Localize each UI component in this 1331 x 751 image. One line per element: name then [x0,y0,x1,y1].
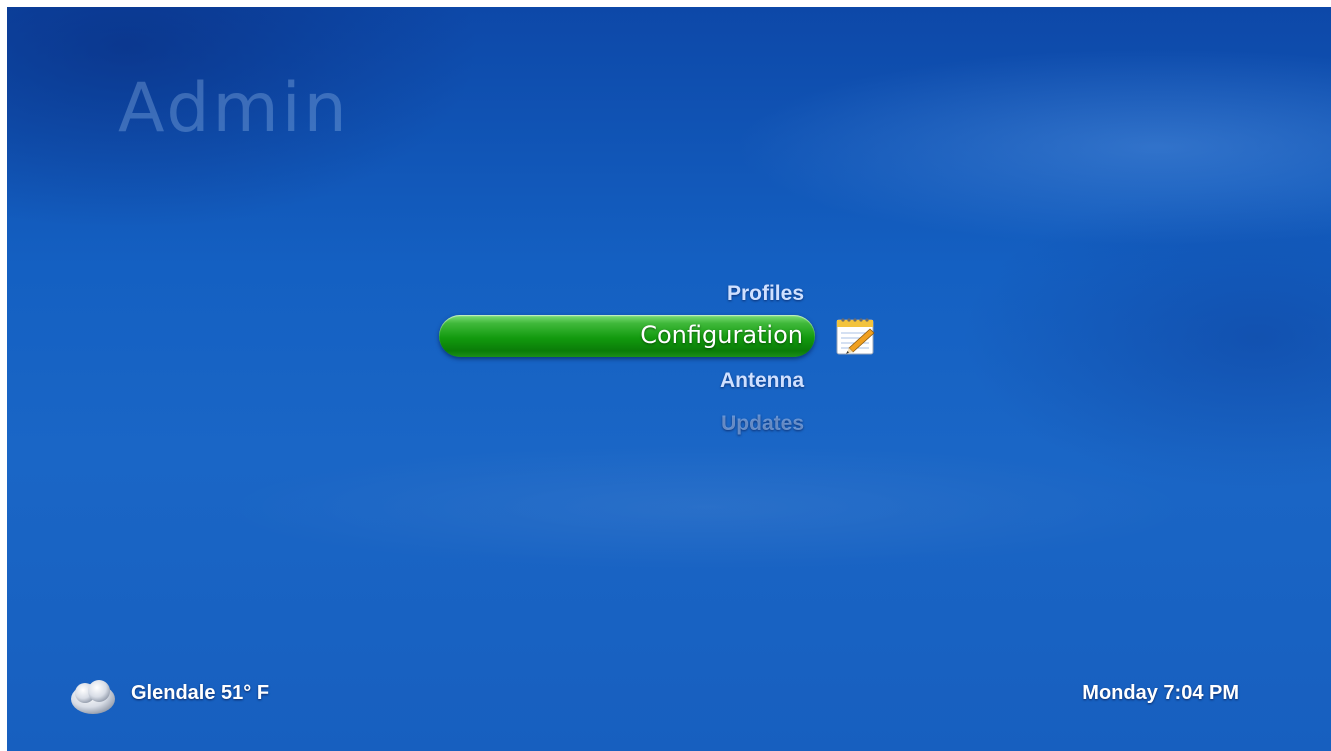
menu-item-antenna[interactable]: Antenna [720,369,804,393]
menu-item-label: Configuration [640,321,803,349]
clock-status: Monday 7:04 PM [1082,682,1239,704]
menu-item-configuration[interactable]: Configuration [439,315,815,357]
menu-item-profiles[interactable]: Profiles [727,282,804,306]
notepad-pencil-icon [836,318,875,355]
menu-item-updates[interactable]: Updates [721,412,804,436]
cloudy-weather-icon [71,680,115,714]
media-center-screen: Admin Profiles Configuration Antenna Upd… [7,7,1331,751]
page-title: Admin [118,69,350,148]
weather-status: Glendale 51° F [131,682,270,704]
